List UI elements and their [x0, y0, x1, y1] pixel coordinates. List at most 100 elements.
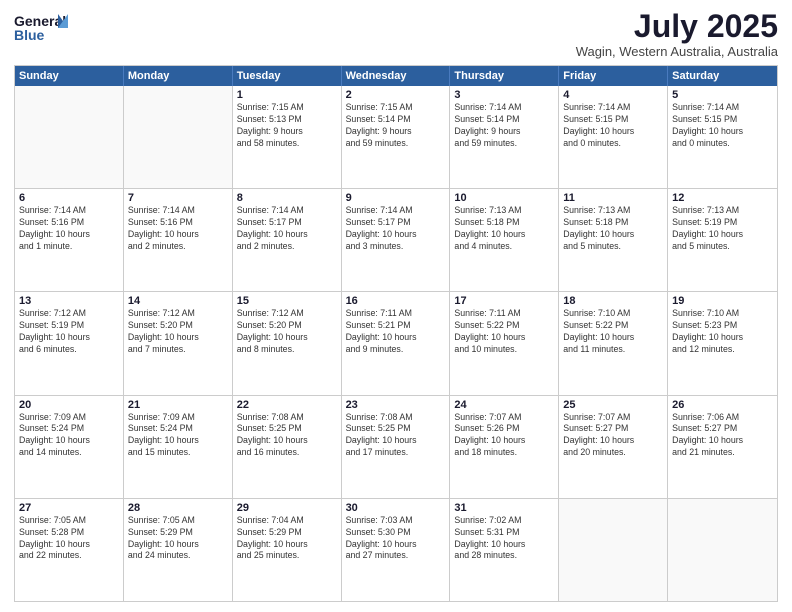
header-day-monday: Monday	[124, 66, 233, 86]
cell-info: Sunrise: 7:07 AM Sunset: 5:26 PM Dayligh…	[454, 412, 554, 460]
day-number: 7	[128, 192, 228, 204]
header-day-sunday: Sunday	[15, 66, 124, 86]
cell-info: Sunrise: 7:14 AM Sunset: 5:15 PM Dayligh…	[563, 102, 663, 150]
cell-info: Sunrise: 7:14 AM Sunset: 5:16 PM Dayligh…	[19, 205, 119, 253]
day-cell-24: 24Sunrise: 7:07 AM Sunset: 5:26 PM Dayli…	[450, 396, 559, 498]
day-cell-12: 12Sunrise: 7:13 AM Sunset: 5:19 PM Dayli…	[668, 189, 777, 291]
day-number: 13	[19, 295, 119, 307]
day-number: 31	[454, 502, 554, 514]
day-cell-14: 14Sunrise: 7:12 AM Sunset: 5:20 PM Dayli…	[124, 292, 233, 394]
day-cell-4: 4Sunrise: 7:14 AM Sunset: 5:15 PM Daylig…	[559, 86, 668, 188]
week-row-5: 27Sunrise: 7:05 AM Sunset: 5:28 PM Dayli…	[15, 499, 777, 601]
cell-info: Sunrise: 7:13 AM Sunset: 5:19 PM Dayligh…	[672, 205, 773, 253]
day-cell-11: 11Sunrise: 7:13 AM Sunset: 5:18 PM Dayli…	[559, 189, 668, 291]
day-cell-30: 30Sunrise: 7:03 AM Sunset: 5:30 PM Dayli…	[342, 499, 451, 601]
week-row-2: 6Sunrise: 7:14 AM Sunset: 5:16 PM Daylig…	[15, 189, 777, 292]
day-number: 9	[346, 192, 446, 204]
day-number: 14	[128, 295, 228, 307]
day-cell-17: 17Sunrise: 7:11 AM Sunset: 5:22 PM Dayli…	[450, 292, 559, 394]
day-number: 11	[563, 192, 663, 204]
calendar: SundayMondayTuesdayWednesdayThursdayFrid…	[14, 65, 778, 602]
day-cell-31: 31Sunrise: 7:02 AM Sunset: 5:31 PM Dayli…	[450, 499, 559, 601]
cell-info: Sunrise: 7:11 AM Sunset: 5:21 PM Dayligh…	[346, 308, 446, 356]
cell-info: Sunrise: 7:13 AM Sunset: 5:18 PM Dayligh…	[454, 205, 554, 253]
cell-info: Sunrise: 7:06 AM Sunset: 5:27 PM Dayligh…	[672, 412, 773, 460]
cell-info: Sunrise: 7:11 AM Sunset: 5:22 PM Dayligh…	[454, 308, 554, 356]
cell-info: Sunrise: 7:12 AM Sunset: 5:20 PM Dayligh…	[128, 308, 228, 356]
day-cell-19: 19Sunrise: 7:10 AM Sunset: 5:23 PM Dayli…	[668, 292, 777, 394]
cell-info: Sunrise: 7:05 AM Sunset: 5:29 PM Dayligh…	[128, 515, 228, 563]
title-block: July 2025 Wagin, Western Australia, Aust…	[576, 10, 778, 59]
day-cell-9: 9Sunrise: 7:14 AM Sunset: 5:17 PM Daylig…	[342, 189, 451, 291]
day-cell-25: 25Sunrise: 7:07 AM Sunset: 5:27 PM Dayli…	[559, 396, 668, 498]
location-title: Wagin, Western Australia, Australia	[576, 44, 778, 59]
calendar-body: 1Sunrise: 7:15 AM Sunset: 5:13 PM Daylig…	[15, 86, 777, 601]
week-row-3: 13Sunrise: 7:12 AM Sunset: 5:19 PM Dayli…	[15, 292, 777, 395]
day-cell-1: 1Sunrise: 7:15 AM Sunset: 5:13 PM Daylig…	[233, 86, 342, 188]
day-cell-22: 22Sunrise: 7:08 AM Sunset: 5:25 PM Dayli…	[233, 396, 342, 498]
day-cell-15: 15Sunrise: 7:12 AM Sunset: 5:20 PM Dayli…	[233, 292, 342, 394]
day-number: 6	[19, 192, 119, 204]
empty-cell	[668, 499, 777, 601]
day-cell-28: 28Sunrise: 7:05 AM Sunset: 5:29 PM Dayli…	[124, 499, 233, 601]
day-number: 23	[346, 399, 446, 411]
cell-info: Sunrise: 7:03 AM Sunset: 5:30 PM Dayligh…	[346, 515, 446, 563]
day-number: 3	[454, 89, 554, 101]
day-number: 22	[237, 399, 337, 411]
calendar-header: SundayMondayTuesdayWednesdayThursdayFrid…	[15, 66, 777, 86]
week-row-1: 1Sunrise: 7:15 AM Sunset: 5:13 PM Daylig…	[15, 86, 777, 189]
day-number: 16	[346, 295, 446, 307]
day-number: 19	[672, 295, 773, 307]
day-cell-16: 16Sunrise: 7:11 AM Sunset: 5:21 PM Dayli…	[342, 292, 451, 394]
cell-info: Sunrise: 7:15 AM Sunset: 5:14 PM Dayligh…	[346, 102, 446, 150]
cell-info: Sunrise: 7:05 AM Sunset: 5:28 PM Dayligh…	[19, 515, 119, 563]
cell-info: Sunrise: 7:10 AM Sunset: 5:22 PM Dayligh…	[563, 308, 663, 356]
cell-info: Sunrise: 7:07 AM Sunset: 5:27 PM Dayligh…	[563, 412, 663, 460]
day-cell-6: 6Sunrise: 7:14 AM Sunset: 5:16 PM Daylig…	[15, 189, 124, 291]
empty-cell	[559, 499, 668, 601]
cell-info: Sunrise: 7:12 AM Sunset: 5:19 PM Dayligh…	[19, 308, 119, 356]
cell-info: Sunrise: 7:08 AM Sunset: 5:25 PM Dayligh…	[237, 412, 337, 460]
month-title: July 2025	[576, 10, 778, 42]
header-day-thursday: Thursday	[450, 66, 559, 86]
day-cell-18: 18Sunrise: 7:10 AM Sunset: 5:22 PM Dayli…	[559, 292, 668, 394]
cell-info: Sunrise: 7:10 AM Sunset: 5:23 PM Dayligh…	[672, 308, 773, 356]
cell-info: Sunrise: 7:12 AM Sunset: 5:20 PM Dayligh…	[237, 308, 337, 356]
day-number: 24	[454, 399, 554, 411]
day-number: 28	[128, 502, 228, 514]
cell-info: Sunrise: 7:08 AM Sunset: 5:25 PM Dayligh…	[346, 412, 446, 460]
day-cell-20: 20Sunrise: 7:09 AM Sunset: 5:24 PM Dayli…	[15, 396, 124, 498]
day-number: 10	[454, 192, 554, 204]
day-number: 27	[19, 502, 119, 514]
day-cell-23: 23Sunrise: 7:08 AM Sunset: 5:25 PM Dayli…	[342, 396, 451, 498]
day-cell-29: 29Sunrise: 7:04 AM Sunset: 5:29 PM Dayli…	[233, 499, 342, 601]
cell-info: Sunrise: 7:14 AM Sunset: 5:14 PM Dayligh…	[454, 102, 554, 150]
empty-cell	[15, 86, 124, 188]
day-number: 21	[128, 399, 228, 411]
day-number: 1	[237, 89, 337, 101]
header-day-saturday: Saturday	[668, 66, 777, 86]
day-number: 26	[672, 399, 773, 411]
cell-info: Sunrise: 7:09 AM Sunset: 5:24 PM Dayligh…	[128, 412, 228, 460]
cell-info: Sunrise: 7:04 AM Sunset: 5:29 PM Dayligh…	[237, 515, 337, 563]
day-cell-13: 13Sunrise: 7:12 AM Sunset: 5:19 PM Dayli…	[15, 292, 124, 394]
day-number: 12	[672, 192, 773, 204]
day-cell-21: 21Sunrise: 7:09 AM Sunset: 5:24 PM Dayli…	[124, 396, 233, 498]
header-day-friday: Friday	[559, 66, 668, 86]
week-row-4: 20 Sunrise: 7:09 AM Sunset: 5:24 PM Dayli…	[15, 396, 777, 499]
day-cell-26: 26Sunrise: 7:06 AM Sunset: 5:27 PM Dayli…	[668, 396, 777, 498]
day-number: 20	[19, 399, 119, 411]
day-number: 5	[672, 89, 773, 101]
header-day-tuesday: Tuesday	[233, 66, 342, 86]
day-number: 25	[563, 399, 663, 411]
logo-svg: GeneralBlue	[14, 10, 70, 46]
page: GeneralBlue July 2025 Wagin, Western Aus…	[0, 0, 792, 612]
day-number: 2	[346, 89, 446, 101]
day-cell-7: 7Sunrise: 7:14 AM Sunset: 5:16 PM Daylig…	[124, 189, 233, 291]
day-number: 17	[454, 295, 554, 307]
empty-cell	[124, 86, 233, 188]
cell-info: Sunrise: 7:13 AM Sunset: 5:18 PM Dayligh…	[563, 205, 663, 253]
day-cell-10: 10Sunrise: 7:13 AM Sunset: 5:18 PM Dayli…	[450, 189, 559, 291]
svg-text:Blue: Blue	[14, 27, 45, 43]
day-number: 29	[237, 502, 337, 514]
